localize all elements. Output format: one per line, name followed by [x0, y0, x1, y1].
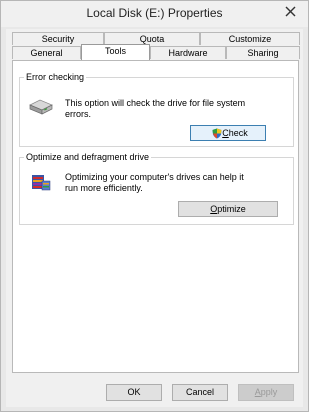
- tools-tab-page: Error checking This option will check th…: [12, 60, 299, 373]
- error-checking-group: Error checking This option will check th…: [19, 72, 294, 147]
- optimize-label-rest: ptimize: [217, 204, 246, 214]
- defrag-icon: [32, 175, 51, 191]
- tab-tools[interactable]: Tools: [81, 44, 150, 60]
- tab-hardware[interactable]: Hardware: [150, 46, 226, 59]
- optimize-group: Optimize and defragment drive Optimizing…: [19, 152, 294, 225]
- tab-general[interactable]: General: [12, 46, 81, 59]
- ok-button[interactable]: OK: [106, 384, 162, 401]
- check-button[interactable]: Check: [190, 125, 266, 141]
- dialog-client: Security Quota Customize General Tools H…: [6, 29, 303, 407]
- properties-window: Local Disk (E:) Properties Security Quot…: [0, 0, 309, 412]
- tab-customize[interactable]: Customize: [200, 32, 300, 45]
- close-icon[interactable]: [284, 5, 297, 18]
- dialog-footer: OK Cancel Apply: [6, 373, 303, 407]
- drive-icon: [29, 99, 53, 115]
- error-checking-description: This option will check the drive for fil…: [65, 98, 246, 119]
- optimize-description: Optimizing your computer's drives can he…: [65, 172, 244, 193]
- apply-label-rest: pply: [260, 387, 278, 397]
- tab-row-1: Security Quota Customize: [12, 32, 300, 46]
- error-checking-title: Error checking: [24, 72, 87, 82]
- tab-sharing[interactable]: Sharing: [226, 46, 300, 59]
- title-bar[interactable]: Local Disk (E:) Properties: [1, 1, 308, 27]
- apply-button[interactable]: Apply: [238, 384, 294, 401]
- check-label-rest: heck: [228, 128, 248, 138]
- tab-row-2: General Tools Hardware Sharing: [12, 44, 300, 60]
- uac-shield-icon: [212, 128, 222, 139]
- optimize-button[interactable]: Optimize: [178, 201, 278, 217]
- cancel-button[interactable]: Cancel: [172, 384, 228, 401]
- window-title: Local Disk (E:) Properties: [86, 6, 223, 20]
- optimize-title: Optimize and defragment drive: [24, 152, 152, 162]
